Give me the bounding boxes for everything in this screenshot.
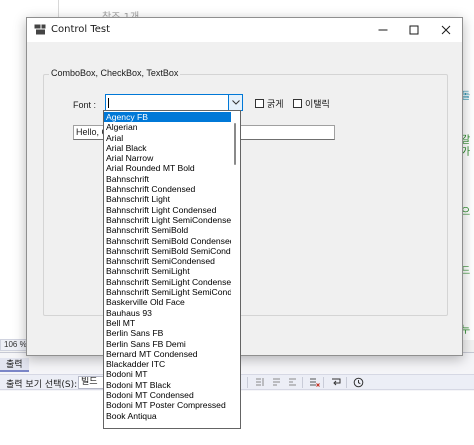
bold-checkbox[interactable]: 굵게 <box>255 97 284 110</box>
font-list-item[interactable]: Bahnschrift Condensed <box>104 184 231 194</box>
minimize-button[interactable] <box>368 18 398 42</box>
font-dropdown-list[interactable]: Agency FB Algerian Arial Arial Black Arial N… <box>103 110 241 429</box>
font-list-item[interactable]: Bodoni MT Condensed <box>104 390 231 400</box>
font-list: Agency FB Algerian Arial Arial Black Arial N… <box>104 112 231 421</box>
font-list-item[interactable]: Bahnschrift Light SemiCondensed <box>104 215 231 225</box>
font-list-item[interactable]: Bell MT <box>104 318 231 328</box>
italic-checkbox-label: 이탤릭 <box>305 99 330 110</box>
clear-all-icon[interactable] <box>308 377 320 388</box>
clock-icon[interactable] <box>352 377 364 388</box>
font-list-item[interactable]: Arial Rounded MT Bold <box>104 163 231 173</box>
font-list-item[interactable]: Berlin Sans FB <box>104 328 231 338</box>
font-list-item[interactable]: Berlin Sans FB Demi <box>104 339 231 349</box>
combo-dropdown-button[interactable] <box>228 95 242 110</box>
font-list-item[interactable]: Bahnschrift SemiLight Condensed <box>104 277 231 287</box>
prev-message-icon[interactable] <box>270 377 282 388</box>
toolbar-separator <box>247 377 248 388</box>
font-list-item[interactable]: Bodoni MT <box>104 369 231 379</box>
font-list-item[interactable]: Arial Narrow <box>104 153 231 163</box>
title-bar[interactable]: Control Test <box>27 18 462 42</box>
scrollbar-thumb[interactable] <box>234 123 236 165</box>
bold-checkbox-label: 굵게 <box>267 99 284 110</box>
font-list-item[interactable]: Agency FB <box>104 112 231 123</box>
font-list-item[interactable]: Bahnschrift SemiLight SemiCondensed <box>104 287 231 297</box>
app-icon <box>34 24 46 35</box>
groupbox-label: ComboBox, CheckBox, TextBox <box>49 68 181 78</box>
font-list-item[interactable]: Arial Black <box>104 143 231 153</box>
find-icon[interactable] <box>254 377 266 388</box>
font-list-item[interactable]: Baskerville Old Face <box>104 297 231 307</box>
font-combobox[interactable] <box>105 94 243 111</box>
font-list-item[interactable]: Bahnschrift SemiBold Condensed <box>104 236 231 246</box>
font-list-item[interactable]: Bodoni MT Black <box>104 380 231 390</box>
chevron-down-icon <box>231 100 240 105</box>
control-test-window: Control Test ComboBox, CheckBox, TextBox… <box>26 17 463 356</box>
output-panel-title[interactable]: 출력 <box>0 358 29 372</box>
close-icon <box>441 25 451 35</box>
show-output-label: 출력 보기 선택(S): <box>6 380 78 390</box>
bold-checkbox-box[interactable] <box>255 98 264 108</box>
minimize-icon <box>378 29 388 31</box>
toolbar-separator <box>302 377 303 388</box>
toolbar-separator <box>323 377 324 388</box>
font-list-item[interactable]: Bernard MT Condensed <box>104 349 231 359</box>
font-list-item[interactable]: Blackadder ITC <box>104 359 231 369</box>
maximize-icon <box>409 25 419 35</box>
font-list-item[interactable]: Bahnschrift SemiBold SemiCondensed <box>104 246 231 256</box>
font-list-item[interactable]: Bahnschrift SemiLight <box>104 266 231 276</box>
toolbar-separator <box>346 377 347 388</box>
italic-checkbox-box[interactable] <box>293 98 302 108</box>
font-list-item[interactable]: Bahnschrift Light <box>104 194 231 204</box>
window-title: Control Test <box>51 24 111 35</box>
word-wrap-icon[interactable] <box>330 377 342 388</box>
font-list-item[interactable]: Algerian <box>104 122 231 132</box>
font-list-item[interactable]: Bahnschrift Light Condensed <box>104 205 231 215</box>
text-caret <box>108 98 109 108</box>
font-list-item[interactable]: Book Antiqua <box>104 411 231 421</box>
font-list-item[interactable]: Bahnschrift SemiBold <box>104 225 231 235</box>
font-label: Font : <box>73 100 97 110</box>
font-list-item[interactable]: Arial <box>104 133 231 143</box>
font-list-item[interactable]: Bahnschrift SemiCondensed <box>104 256 231 266</box>
maximize-button[interactable] <box>399 18 429 42</box>
close-button[interactable] <box>431 18 461 42</box>
font-list-item[interactable]: Bahnschrift <box>104 174 231 184</box>
next-message-icon[interactable] <box>286 377 298 388</box>
font-list-item[interactable]: Bauhaus 93 <box>104 308 231 318</box>
dropdown-scrollbar[interactable] <box>231 111 240 428</box>
font-list-item[interactable]: Bodoni MT Poster Compressed <box>104 400 231 410</box>
italic-checkbox[interactable]: 이탤릭 <box>293 97 330 110</box>
